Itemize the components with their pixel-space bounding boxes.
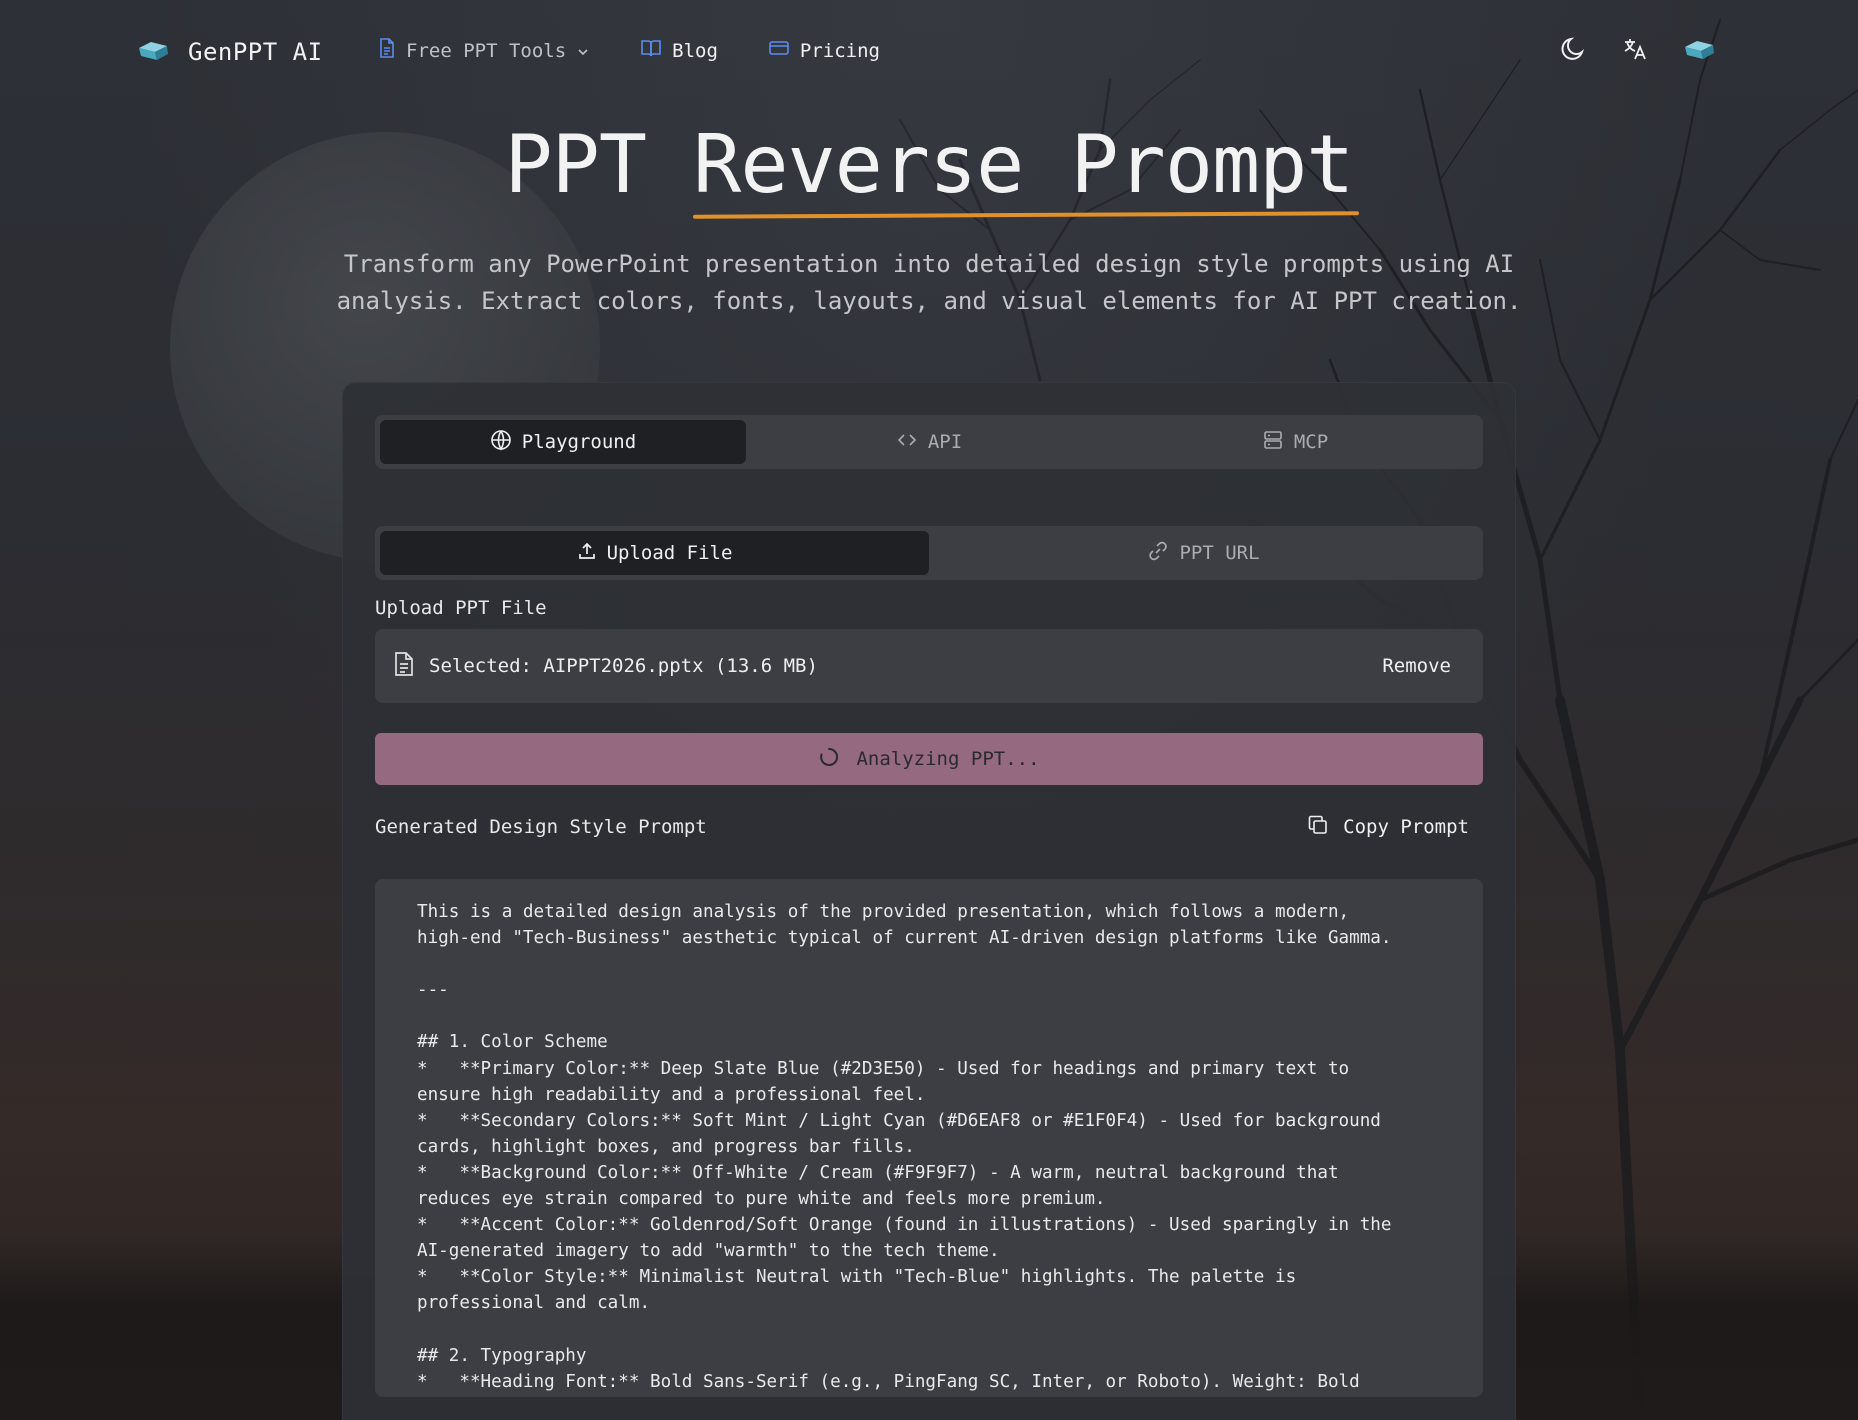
input-source-tabs: Upload File PPT URL xyxy=(375,526,1483,580)
selected-file-box: Selected: AIPPT2026.pptx (13.6 MB) Remov… xyxy=(375,629,1483,703)
page-title: PPT Reverse Prompt xyxy=(0,118,1858,211)
brand-name: GenPPT AI xyxy=(188,38,323,66)
nav-pricing[interactable]: Pricing xyxy=(768,39,880,62)
tab-playground[interactable]: Playground xyxy=(380,420,746,464)
theme-toggle-button[interactable] xyxy=(1558,34,1588,68)
page-title-highlight: Reverse Prompt xyxy=(693,118,1354,211)
moon-icon xyxy=(1558,34,1588,68)
nav-blog[interactable]: Blog xyxy=(640,38,718,63)
nav-link-label: Pricing xyxy=(799,39,880,62)
avatar-logo-icon xyxy=(1682,35,1716,67)
spinner-icon xyxy=(818,746,840,773)
user-avatar-button[interactable] xyxy=(1682,35,1716,67)
copy-prompt-label: Copy Prompt xyxy=(1343,816,1469,838)
logo-icon xyxy=(136,36,170,68)
nav-free-ppt-tools[interactable]: Free PPT Tools xyxy=(378,38,590,63)
nav-actions xyxy=(1558,34,1716,68)
globe-icon xyxy=(490,429,512,456)
tab-label: Upload File xyxy=(606,542,733,564)
translate-icon xyxy=(1622,36,1648,66)
page-subtitle: Transform any PowerPoint presentation in… xyxy=(320,246,1538,320)
mode-tabs: Playground API MCP xyxy=(375,415,1483,469)
document-icon xyxy=(378,38,396,63)
code-icon xyxy=(896,431,918,454)
tab-label: API xyxy=(927,431,963,453)
nav-link-label: Free PPT Tools xyxy=(406,39,567,62)
tab-label: Playground xyxy=(521,431,637,453)
book-icon xyxy=(640,38,662,63)
upload-field-label: Upload PPT File xyxy=(375,597,547,619)
subtitle-line: analysis. Extract colors, fonts, layouts… xyxy=(336,287,1522,315)
subtitle-line: Transform any PowerPoint presentation in… xyxy=(343,250,1515,278)
top-navigation: GenPPT AI Free PPT Tools Blog Pricing xyxy=(0,0,1858,106)
generated-prompt-output[interactable]: This is a detailed design analysis of th… xyxy=(375,879,1483,1397)
analyze-button[interactable]: Analyzing PPT... xyxy=(375,733,1483,785)
nav-links: Free PPT Tools Blog Pricing xyxy=(378,38,880,63)
server-icon xyxy=(1262,429,1284,456)
page-title-part: PPT xyxy=(504,118,694,211)
brand-link[interactable]: GenPPT AI xyxy=(136,36,323,68)
tab-label: PPT URL xyxy=(1179,542,1260,564)
nav-link-label: Blog xyxy=(672,39,718,62)
tab-ppt-url[interactable]: PPT URL xyxy=(929,531,1478,575)
result-header: Generated Design Style Prompt Copy Promp… xyxy=(375,807,1483,847)
remove-file-button[interactable]: Remove xyxy=(1368,649,1465,683)
tool-card: Playground API MCP Upload File PPT URL U… xyxy=(342,382,1516,1420)
tab-upload-file[interactable]: Upload File xyxy=(380,531,929,575)
copy-prompt-button[interactable]: Copy Prompt xyxy=(1293,810,1483,845)
tab-mcp[interactable]: MCP xyxy=(1112,420,1478,464)
analyze-button-label: Analyzing PPT... xyxy=(856,748,1040,770)
tab-label: MCP xyxy=(1293,431,1329,453)
chevron-down-icon xyxy=(576,40,590,62)
tab-api[interactable]: API xyxy=(746,420,1112,464)
file-icon xyxy=(393,651,415,681)
upload-icon xyxy=(577,541,597,566)
language-button[interactable] xyxy=(1622,36,1648,66)
link-icon xyxy=(1147,540,1169,567)
card-icon xyxy=(768,39,790,62)
copy-icon xyxy=(1307,814,1329,841)
result-title: Generated Design Style Prompt xyxy=(375,816,707,838)
selected-file-name: Selected: AIPPT2026.pptx (13.6 MB) xyxy=(429,655,818,677)
